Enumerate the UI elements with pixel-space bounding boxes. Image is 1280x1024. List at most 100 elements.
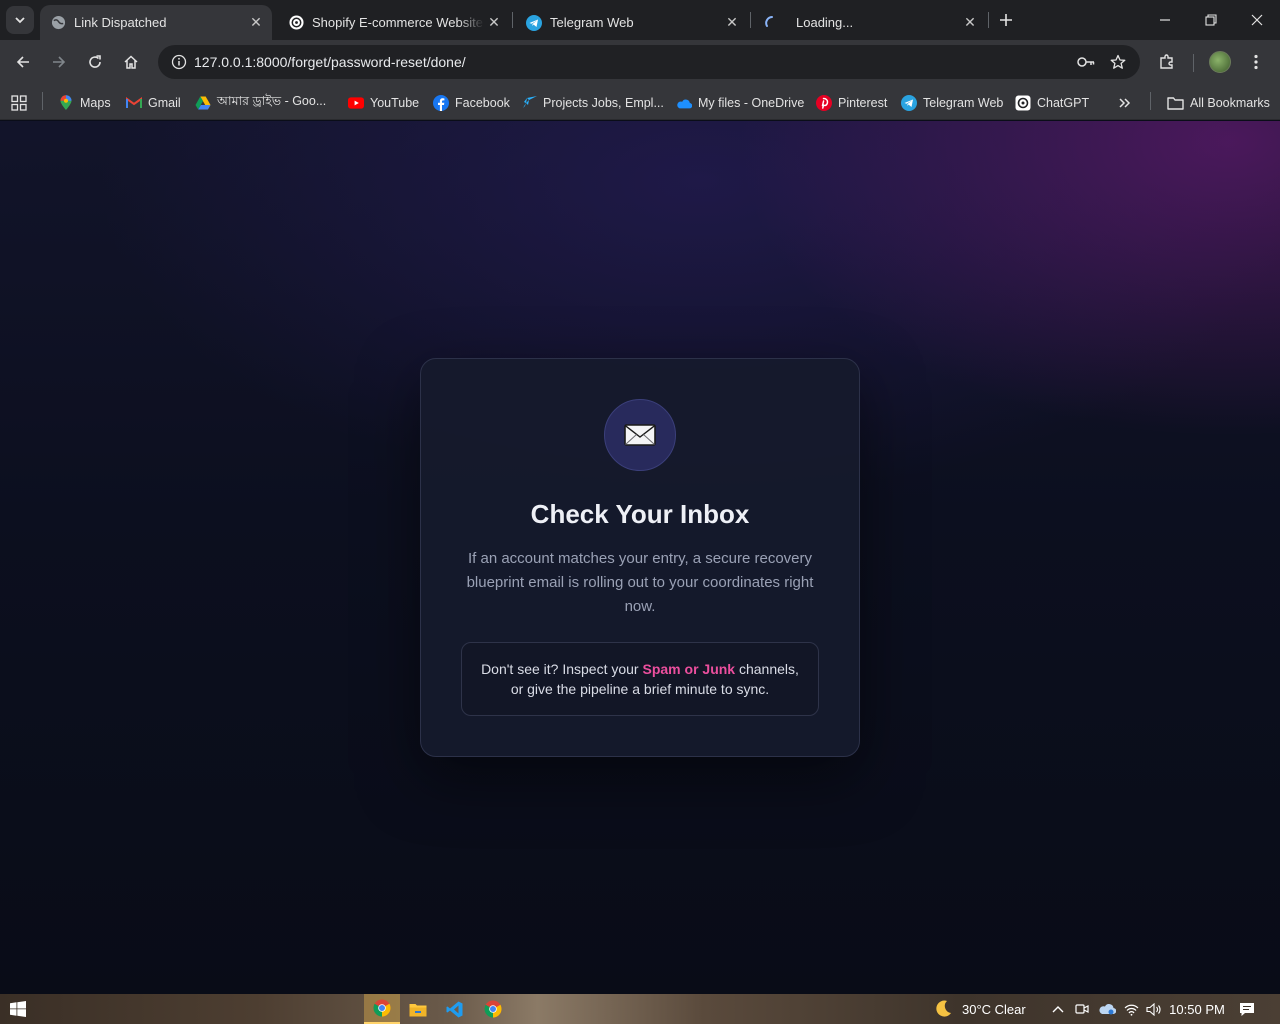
wifi-icon[interactable] — [1121, 994, 1141, 1024]
forward-button[interactable] — [43, 46, 75, 78]
tray-overflow-button[interactable] — [1048, 994, 1068, 1024]
back-button[interactable] — [7, 46, 39, 78]
more-vert-icon — [1254, 54, 1258, 70]
maps-icon — [58, 95, 74, 111]
volume-icon[interactable] — [1143, 994, 1165, 1024]
telegram-icon — [526, 14, 542, 31]
bookmark-maps[interactable]: Maps — [58, 91, 111, 115]
notification-center-button[interactable] — [1236, 994, 1258, 1024]
site-info-icon[interactable] — [164, 54, 194, 70]
bookmark-youtube[interactable]: YouTube — [348, 91, 419, 115]
bookmark-facebook[interactable]: Facebook — [433, 91, 510, 115]
close-icon[interactable]: ✕ — [960, 13, 980, 33]
reload-button[interactable] — [79, 46, 111, 78]
tab-loading[interactable]: Loading... ✕ — [754, 5, 986, 40]
tab-shopify[interactable]: Shopify E-commerce Website B ✕ — [278, 5, 510, 40]
loading-spinner-icon — [764, 15, 780, 31]
bookmark-label: Projects Jobs, Empl... — [543, 96, 664, 110]
close-window-button[interactable] — [1234, 0, 1280, 40]
taskbar-vscode[interactable] — [436, 994, 472, 1024]
gmail-icon — [126, 95, 142, 111]
bookmark-pinterest[interactable]: Pinterest — [816, 91, 887, 115]
menu-button[interactable] — [1240, 46, 1272, 78]
taskbar-chrome-2[interactable] — [475, 994, 511, 1024]
puzzle-icon — [1160, 54, 1173, 69]
icon-badge — [604, 399, 676, 471]
tab-separator — [988, 12, 989, 28]
freelancer-icon — [521, 95, 537, 111]
close-icon[interactable]: ✕ — [722, 13, 742, 33]
weather-widget[interactable] — [928, 994, 958, 1024]
bookmark-chatgpt[interactable]: ChatGPT — [1015, 91, 1089, 115]
bookmark-gmail[interactable]: Gmail — [126, 91, 181, 115]
card-description: If an account matches your entry, a secu… — [466, 550, 814, 615]
all-bookmarks-button[interactable]: All Bookmarks — [1166, 91, 1270, 115]
meet-now-icon[interactable] — [1072, 994, 1092, 1024]
confirmation-card: Check Your Inbox If an account matches y… — [420, 358, 860, 757]
tab-search-button[interactable] — [6, 6, 34, 34]
start-button[interactable] — [0, 994, 36, 1024]
bookmark-label: Telegram Web — [923, 96, 1004, 110]
vscode-icon — [446, 1001, 462, 1017]
toolbar-separator — [1193, 54, 1194, 72]
close-icon — [1251, 14, 1263, 26]
bookmark-label: My files - OneDrive — [698, 96, 805, 110]
chatgpt-icon — [288, 15, 304, 31]
profile-button[interactable] — [1204, 46, 1236, 78]
spam-junk-highlight: Spam or Junk — [642, 661, 736, 677]
windows-logo-icon — [10, 1001, 26, 1017]
bookmark-label: ChatGPT — [1037, 96, 1090, 110]
restore-button[interactable] — [1188, 0, 1234, 40]
onedrive-tray-icon[interactable] — [1096, 994, 1118, 1024]
bookmark-star-icon[interactable] — [1102, 54, 1134, 70]
bookmark-freelancer[interactable]: Projects Jobs, Empl... — [521, 91, 664, 115]
new-tab-button[interactable] — [994, 8, 1018, 32]
arrow-right-icon — [53, 56, 66, 68]
bookmark-telegram[interactable]: Telegram Web — [901, 91, 1003, 115]
browser-toolbar: 127.0.0.1:8000/forget/password-reset/don… — [0, 40, 1280, 85]
home-button[interactable] — [115, 46, 147, 78]
youtube-icon — [348, 95, 364, 111]
onedrive-icon — [676, 95, 692, 111]
tab-telegram[interactable]: Telegram Web ✕ — [516, 5, 748, 40]
close-icon[interactable]: ✕ — [246, 13, 266, 33]
address-bar[interactable]: 127.0.0.1:8000/forget/password-reset/don… — [158, 45, 1140, 79]
tab-title: Telegram Web — [550, 15, 634, 30]
notification-icon — [1240, 1002, 1254, 1016]
close-icon[interactable]: ✕ — [484, 13, 504, 33]
bookmark-label: YouTube — [370, 96, 420, 110]
tab-separator — [512, 12, 513, 28]
extensions-button[interactable] — [1151, 46, 1183, 78]
arrow-left-icon — [16, 56, 29, 68]
double-chevron-right-icon — [1119, 98, 1131, 108]
chrome-icon — [484, 1000, 502, 1018]
tab-link-dispatched[interactable]: Link Dispatched ✕ — [40, 5, 272, 40]
taskbar-file-explorer[interactable] — [400, 994, 436, 1024]
hint-box: Don't see it? Inspect your Spam or Junk … — [461, 642, 819, 716]
bookmark-google-drive[interactable]: আমার ড্রাইভ - Goo... — [195, 91, 326, 115]
card-title: Check Your Inbox — [530, 499, 750, 529]
page-background: Check Your Inbox If an account matches y… — [0, 121, 1280, 994]
minimize-button[interactable] — [1142, 0, 1188, 40]
chevron-up-icon — [1052, 1006, 1064, 1013]
hint-text-start: Don't see it? Inspect your — [481, 661, 643, 677]
bookmarks-overflow-button[interactable] — [1118, 91, 1132, 115]
folder-icon — [1166, 95, 1184, 111]
weather-text[interactable]: 30°C Clear — [962, 994, 1038, 1024]
url-text[interactable]: 127.0.0.1:8000/forget/password-reset/don… — [194, 54, 1070, 70]
clock[interactable]: 10:50 PM — [1168, 994, 1226, 1024]
tab-title: Link Dispatched — [74, 15, 167, 30]
taskbar-chrome[interactable] — [364, 994, 400, 1024]
bookmark-onedrive[interactable]: My files - OneDrive — [676, 91, 804, 115]
bookmarks-separator — [1150, 92, 1151, 110]
chevron-down-icon — [15, 17, 25, 24]
bookmarks-separator — [42, 92, 43, 110]
password-key-icon[interactable] — [1070, 55, 1102, 69]
globe-icon — [50, 15, 66, 31]
apps-button[interactable] — [11, 91, 27, 115]
moon-icon — [936, 1000, 951, 1017]
tab-title: Loading... — [796, 15, 854, 30]
restore-icon — [1205, 14, 1217, 26]
bookmark-label: আমার ড্রাইভ - Goo... — [217, 94, 327, 108]
bookmark-label: Facebook — [455, 96, 510, 110]
